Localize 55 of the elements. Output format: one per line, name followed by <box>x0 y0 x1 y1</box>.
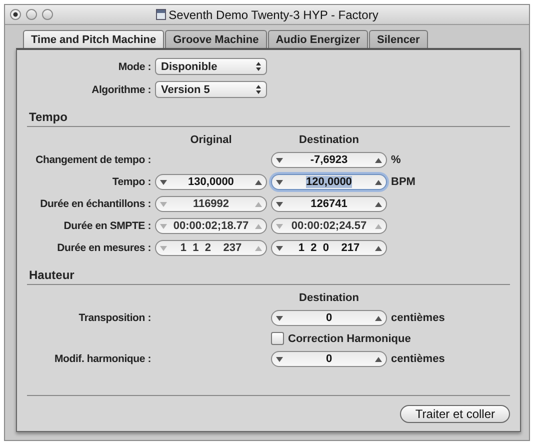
column-header: Destination <box>298 292 360 304</box>
up-arrow-icon[interactable] <box>375 202 382 206</box>
tab[interactable]: Groove Machine <box>165 30 267 48</box>
number-spinner[interactable]: 126741 <box>271 196 387 212</box>
number-spinner[interactable]: -7,6923 <box>271 152 387 168</box>
process-button[interactable]: Traiter et coller <box>400 405 510 423</box>
down-arrow-icon[interactable] <box>276 202 283 206</box>
down-arrow-icon[interactable] <box>160 180 167 184</box>
checkbox-label: Correction Harmonique <box>288 332 411 344</box>
window-title: Seventh Demo Twenty-3 HYP - Factory <box>168 8 378 22</box>
field-label: Durée en mesures : <box>56 242 151 254</box>
unit-label: BPM <box>391 176 416 188</box>
up-arrow-icon[interactable] <box>375 246 382 250</box>
field-label: Durée en SMPTE : <box>62 220 151 232</box>
up-arrow-icon[interactable] <box>254 180 262 184</box>
field-label: Mode : <box>117 60 151 72</box>
field-label: Algorithme : <box>90 84 151 96</box>
up-arrow-icon[interactable] <box>375 158 382 162</box>
field-label: Durée en échantillons : <box>39 198 151 210</box>
down-arrow-icon[interactable] <box>276 316 283 320</box>
column-header: Destination <box>298 134 360 146</box>
field-label: Changement de tempo : <box>34 154 151 166</box>
zoom-button[interactable] <box>42 9 53 20</box>
popup-menu[interactable]: Disponible <box>155 58 267 75</box>
tab[interactable]: Time and Pitch Machine <box>23 30 164 48</box>
number-spinner[interactable]: 120,0000 <box>271 174 387 190</box>
field-label: Tempo : <box>111 176 151 188</box>
down-arrow-icon[interactable] <box>276 246 283 250</box>
up-arrow-icon[interactable] <box>375 356 382 362</box>
popup-menu[interactable]: Version 5 <box>155 81 267 98</box>
section-title: Tempo <box>29 110 68 124</box>
down-arrow-icon[interactable] <box>276 356 283 362</box>
checkbox[interactable] <box>271 332 284 345</box>
tab[interactable]: Silencer <box>369 30 428 48</box>
field-label: Modif. harmonique : <box>53 353 151 365</box>
number-spinner[interactable]: 0 <box>271 310 387 326</box>
up-arrow-icon[interactable] <box>375 316 382 320</box>
updown-arrows-icon <box>256 85 261 94</box>
unit-label: % <box>391 154 402 166</box>
close-button[interactable] <box>10 9 21 20</box>
up-arrow-icon[interactable] <box>374 180 382 184</box>
number-spinner[interactable]: 130,0000 <box>155 174 267 190</box>
number-spinner[interactable]: 0 <box>271 351 387 367</box>
field-label: Transposition : <box>78 312 151 324</box>
down-arrow-icon[interactable] <box>276 158 283 162</box>
unit-label: centièmes <box>391 312 446 324</box>
down-arrow-icon[interactable] <box>276 180 283 184</box>
minimize-button[interactable] <box>26 9 37 20</box>
number-spinner[interactable]: 1 2 0 217 <box>271 240 387 256</box>
updown-arrows-icon <box>256 62 261 71</box>
tab[interactable]: Audio Energizer <box>268 30 368 48</box>
column-header: Original <box>189 134 233 146</box>
section-title: Hauteur <box>29 268 74 282</box>
document-icon <box>156 9 166 20</box>
unit-label: centièmes <box>391 353 446 365</box>
